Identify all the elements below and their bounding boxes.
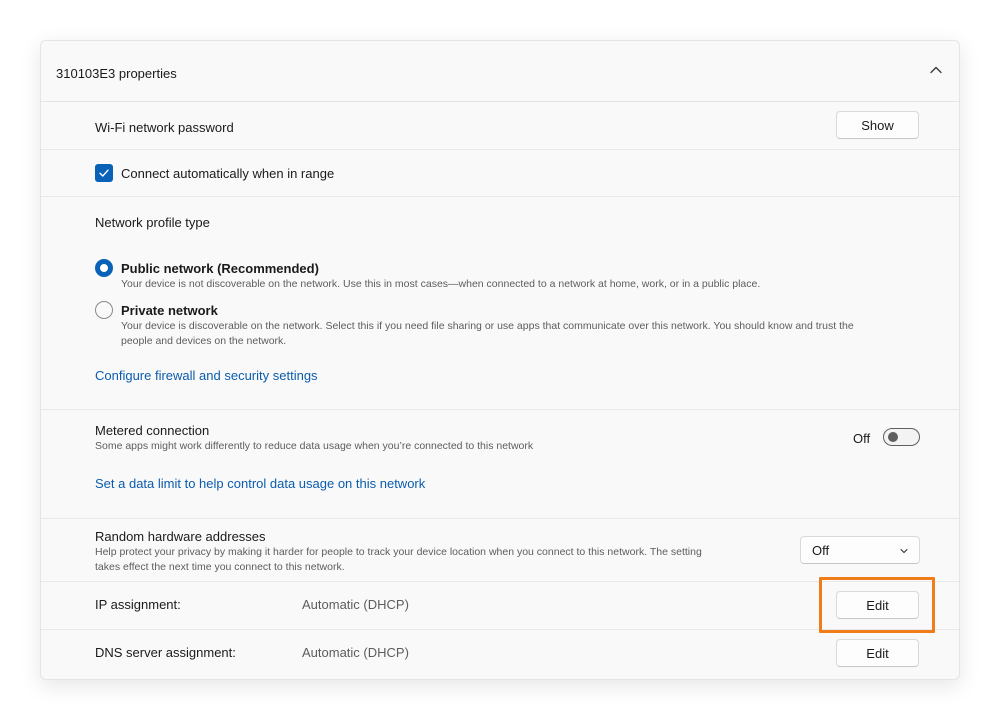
- metered-toggle-state: Off: [853, 431, 871, 446]
- metered-connection-toggle[interactable]: [883, 428, 920, 446]
- toggle-knob: [888, 432, 898, 442]
- public-network-label[interactable]: Public network (Recommended): [121, 261, 319, 276]
- profile-type-heading: Network profile type: [95, 215, 210, 230]
- random-hardware-select[interactable]: Off: [800, 536, 920, 564]
- divider: [41, 629, 959, 630]
- private-network-radio[interactable]: [95, 301, 113, 319]
- network-properties-panel: 310103E3 properties Wi-Fi network passwo…: [40, 40, 960, 680]
- firewall-settings-link[interactable]: Configure firewall and security settings: [95, 368, 318, 383]
- divider: [41, 518, 959, 519]
- auto-connect-checkbox[interactable]: [95, 164, 113, 182]
- ip-assignment-edit-button[interactable]: Edit: [836, 591, 919, 619]
- auto-connect-label[interactable]: Connect automatically when in range: [121, 166, 334, 181]
- ip-assignment-label: IP assignment:: [95, 597, 181, 612]
- chevron-down-icon: [900, 548, 908, 554]
- dns-assignment-value: Automatic (DHCP): [302, 645, 409, 660]
- divider: [41, 149, 959, 150]
- show-password-button[interactable]: Show: [836, 111, 919, 139]
- public-network-description: Your device is not discoverable on the n…: [121, 278, 761, 290]
- random-hardware-selected-value: Off: [812, 543, 830, 558]
- random-hardware-label: Random hardware addresses: [95, 529, 266, 544]
- ip-assignment-value: Automatic (DHCP): [302, 597, 409, 612]
- random-hardware-description-line1: Help protect your privacy by making it h…: [95, 546, 702, 558]
- dns-assignment-edit-button[interactable]: Edit: [836, 639, 919, 667]
- metered-connection-label: Metered connection: [95, 423, 210, 438]
- chevron-up-icon[interactable]: [929, 63, 943, 77]
- public-network-radio[interactable]: [95, 259, 113, 277]
- divider: [41, 196, 959, 197]
- private-network-description-line1: Your device is discoverable on the netwo…: [121, 320, 854, 332]
- properties-header[interactable]: 310103E3 properties: [41, 41, 959, 102]
- private-network-description-line2: people and devices on the network.: [121, 335, 287, 347]
- checkmark-icon: [99, 169, 109, 177]
- private-network-label[interactable]: Private network: [121, 303, 218, 318]
- dns-assignment-label: DNS server assignment:: [95, 645, 236, 660]
- random-hardware-description-line2: takes effect the next time you connect t…: [95, 561, 345, 573]
- properties-title: 310103E3 properties: [56, 66, 177, 81]
- metered-connection-description: Some apps might work differently to redu…: [95, 440, 534, 452]
- divider: [41, 409, 959, 410]
- divider: [41, 581, 959, 582]
- wifi-password-label: Wi-Fi network password: [95, 120, 234, 135]
- data-limit-link[interactable]: Set a data limit to help control data us…: [95, 476, 425, 491]
